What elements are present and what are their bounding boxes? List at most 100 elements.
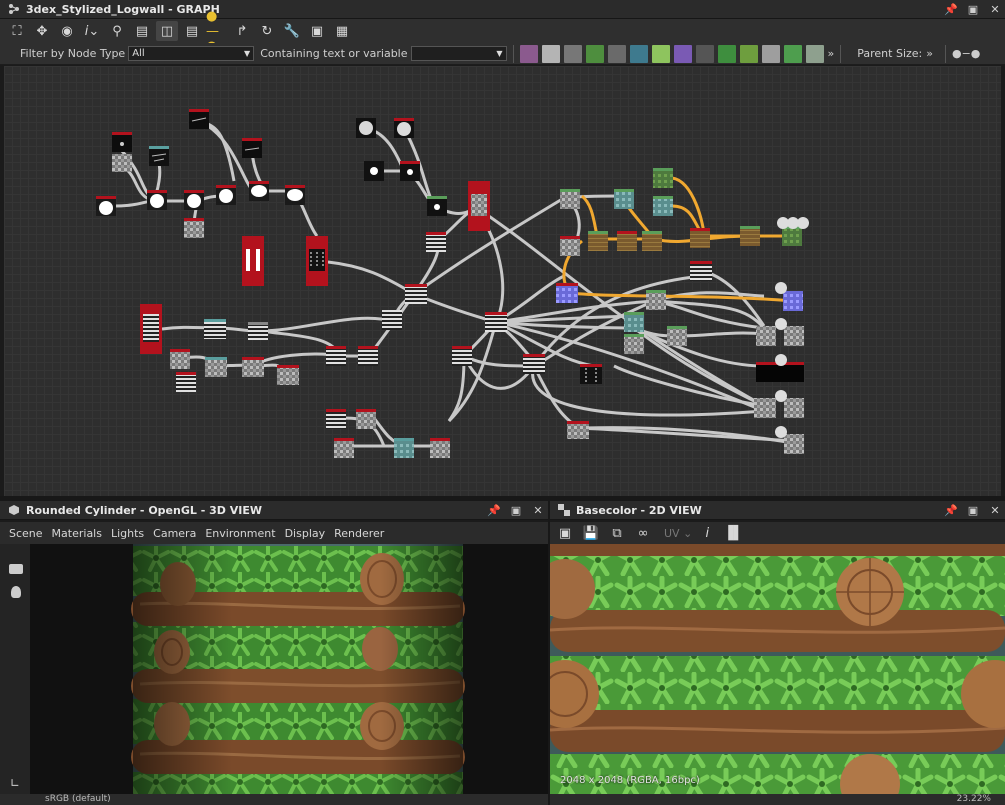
info-icon[interactable]: i ⌄ [81, 21, 103, 41]
menu-camera[interactable]: Camera [153, 527, 196, 540]
graph-node[interactable] [740, 226, 760, 246]
graph-node[interactable] [430, 438, 450, 458]
close-icon[interactable]: ✕ [989, 3, 1001, 16]
graph-node[interactable] [427, 196, 447, 216]
menu-renderer[interactable]: Renderer [334, 527, 384, 540]
drop-filter-icon[interactable] [563, 44, 582, 63]
graph-node[interactable] [394, 438, 414, 458]
graph-node[interactable] [356, 409, 376, 429]
graph-node[interactable] [690, 228, 710, 248]
graph-node[interactable] [452, 346, 472, 366]
graph-node[interactable] [356, 118, 376, 138]
output-node[interactable] [775, 282, 803, 311]
page-filter-icon[interactable] [541, 44, 560, 63]
pin-icon[interactable]: 📌 [944, 504, 958, 517]
share-icon[interactable]: ∞ [632, 523, 654, 543]
maximize-icon[interactable]: ▣ [510, 504, 522, 517]
graph-node[interactable] [642, 231, 662, 251]
uv-select[interactable]: UV ⌄ [664, 527, 692, 540]
transform-filter-icon[interactable] [651, 44, 670, 63]
align-icon[interactable]: ▤ [131, 21, 153, 41]
graph-node[interactable] [400, 161, 420, 181]
graph-node[interactable] [364, 161, 384, 181]
maximize-icon[interactable]: ▣ [967, 3, 979, 16]
paint-filter-icon[interactable] [739, 44, 758, 63]
grid-icon[interactable]: ▦ [331, 21, 353, 41]
connect-icon[interactable]: ↱ [231, 21, 253, 41]
graph-node[interactable] [560, 189, 580, 209]
graph-node[interactable] [667, 326, 687, 346]
graph-node[interactable] [149, 146, 169, 166]
graph-node[interactable] [184, 218, 204, 238]
graph-node[interactable] [334, 438, 354, 458]
pan-icon[interactable]: ✥ [31, 21, 53, 41]
pattern-filter-icon[interactable] [629, 44, 648, 63]
close-icon[interactable]: ✕ [989, 504, 1001, 517]
graph-node[interactable] [205, 357, 227, 377]
output-node[interactable] [756, 354, 804, 382]
light-icon[interactable] [11, 586, 21, 598]
graph-node[interactable] [523, 354, 545, 374]
graph-node[interactable] [560, 236, 580, 256]
blur-filter-icon[interactable] [673, 44, 692, 63]
graph-node[interactable] [249, 181, 269, 201]
more-icon[interactable]: » [926, 47, 933, 60]
graph-node[interactable] [382, 310, 402, 330]
save-icon[interactable]: 💾 [580, 523, 602, 543]
graph-node[interactable] [646, 290, 666, 310]
menu-materials[interactable]: Materials [52, 527, 102, 540]
contains-text-input[interactable]: ▼ [410, 46, 507, 61]
graph-node[interactable] [277, 365, 299, 385]
graph-node[interactable] [248, 322, 268, 340]
camera-icon[interactable] [9, 564, 23, 574]
graph-node[interactable] [617, 231, 637, 251]
refresh-icon[interactable]: ↻ [256, 21, 278, 41]
graph-node[interactable] [242, 138, 262, 158]
graph-node[interactable] [580, 364, 602, 384]
frame-all-icon[interactable]: ⛶ [6, 21, 28, 41]
graph-node[interactable] [204, 319, 226, 339]
filter-node-type-select[interactable]: All ▼ [128, 46, 255, 61]
graph-node[interactable] [653, 196, 673, 216]
menu-lights[interactable]: Lights [111, 527, 144, 540]
close-icon[interactable]: ✕ [532, 504, 544, 517]
link-icon[interactable]: ●—● [206, 9, 228, 54]
graph-node[interactable] [326, 346, 346, 366]
graph-node[interactable] [112, 154, 132, 172]
graph-node[interactable] [112, 132, 132, 152]
copy-icon[interactable]: ⧉ [606, 523, 628, 543]
graph-node[interactable] [184, 190, 204, 210]
view2d-viewport[interactable]: 2048 x 2048 (RGBA, 16bpc) [550, 544, 1005, 794]
pin-icon[interactable]: 📌 [487, 504, 501, 517]
graph-node[interactable] [189, 109, 209, 129]
graph-node[interactable] [468, 181, 490, 231]
curve-filter-icon[interactable] [585, 44, 604, 63]
graph-node[interactable] [170, 349, 190, 369]
tools-icon[interactable]: 🔧 [281, 21, 303, 41]
menu-scene[interactable]: Scene [9, 527, 43, 540]
pin-icon[interactable]: 📌 [944, 3, 958, 16]
swatch-filter-icon[interactable] [761, 44, 780, 63]
graph-node[interactable] [326, 409, 346, 429]
graph-node[interactable] [690, 261, 712, 281]
graph-node[interactable] [358, 346, 378, 366]
import-filter-icon[interactable] [717, 44, 736, 63]
more-icon[interactable]: » [828, 47, 835, 60]
graph-canvas[interactable] [4, 66, 1001, 496]
graph-node[interactable] [614, 189, 634, 209]
graph-node[interactable] [405, 284, 427, 304]
graph-node[interactable] [624, 334, 644, 354]
output-node[interactable] [777, 217, 809, 229]
image-filter-icon[interactable] [519, 44, 538, 63]
menu-environment[interactable]: Environment [205, 527, 275, 540]
axis-icon[interactable]: ∟ [10, 776, 20, 790]
link-options-icon[interactable]: ●−● [952, 47, 980, 60]
graph-node[interactable] [485, 312, 507, 332]
levels-filter-icon[interactable] [805, 44, 824, 63]
layout-icon[interactable]: ◫ [156, 21, 178, 41]
graph-node[interactable] [624, 312, 644, 332]
histogram-icon[interactable]: ▐▌ [722, 523, 744, 543]
gradient-filter-icon[interactable] [607, 44, 626, 63]
graph-node[interactable] [216, 185, 236, 205]
graph-node[interactable] [306, 236, 328, 286]
